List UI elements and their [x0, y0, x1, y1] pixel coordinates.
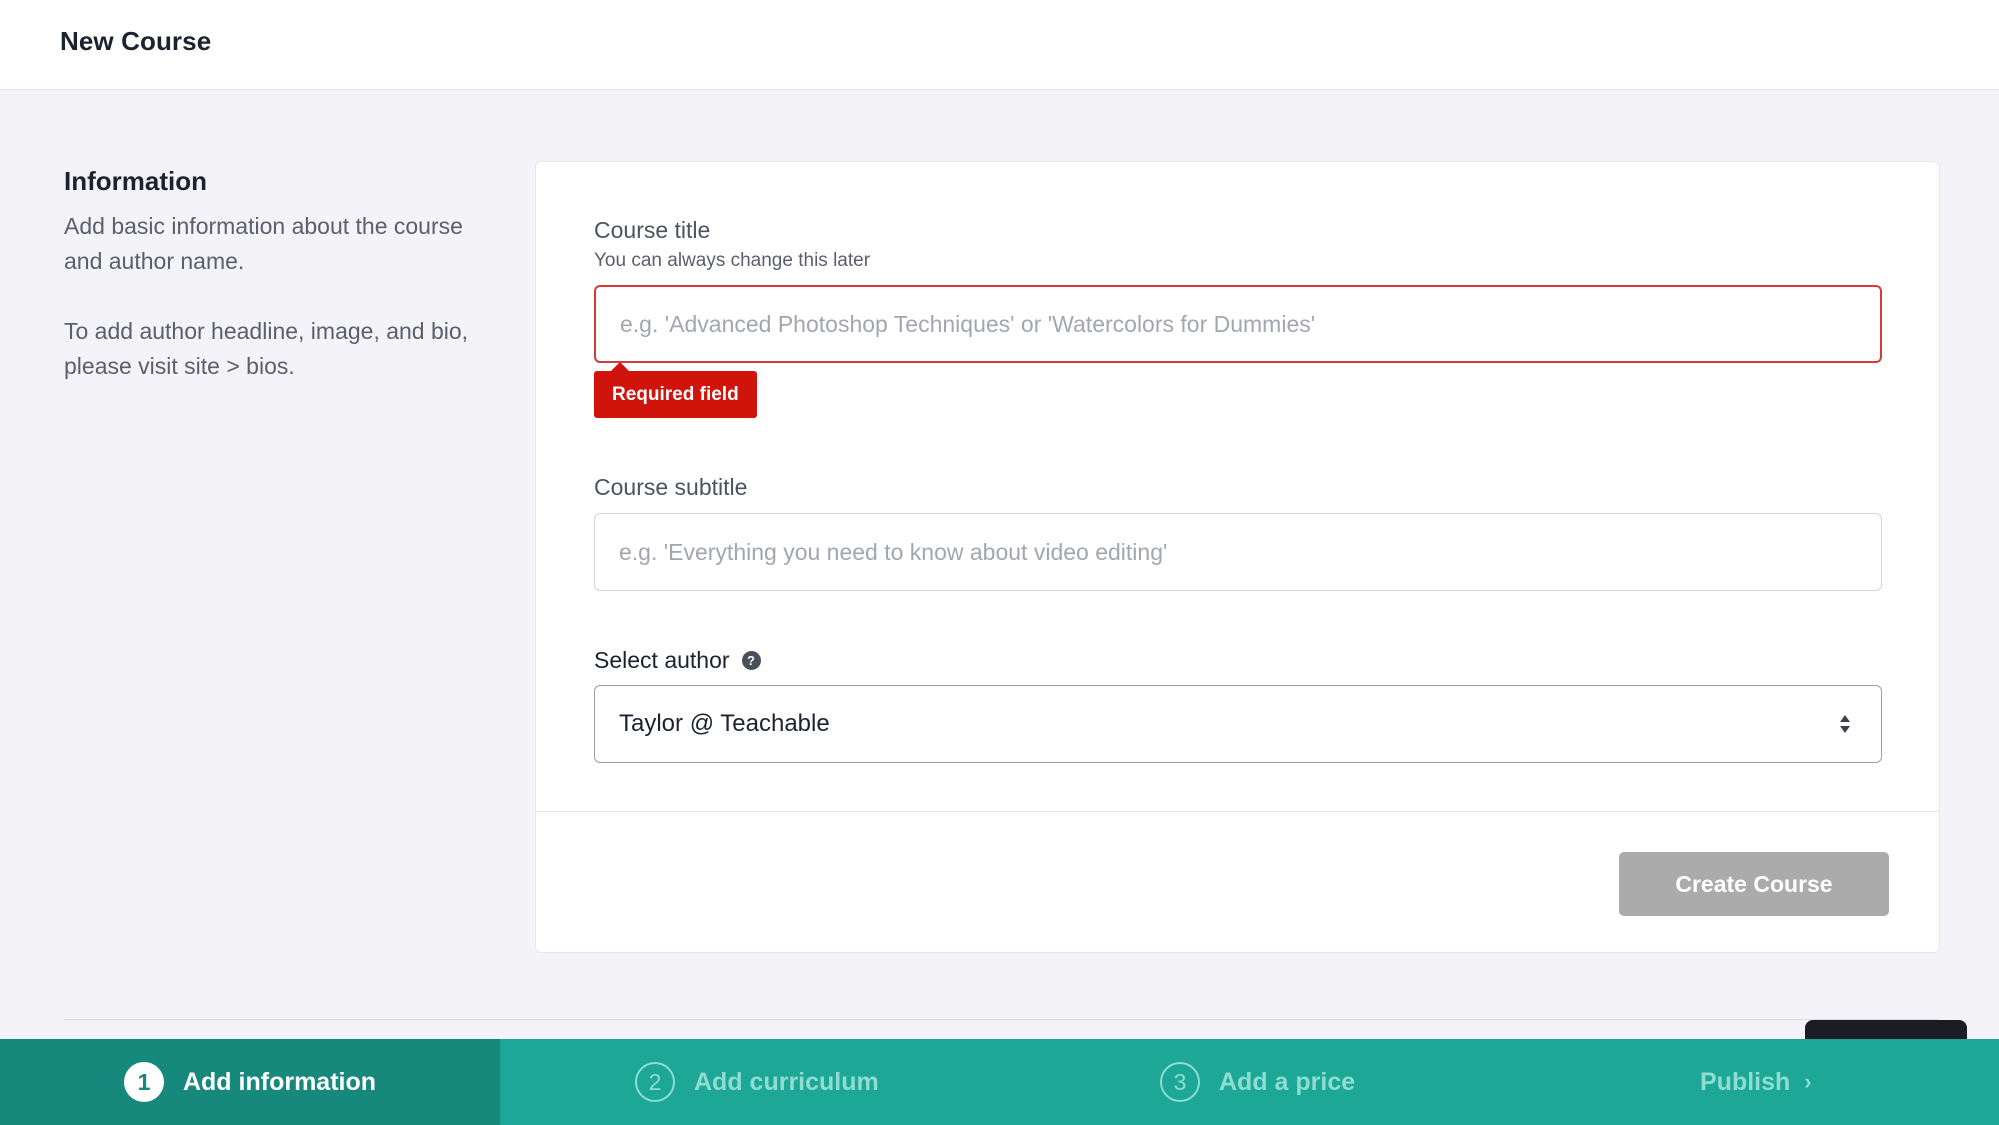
author-select-value: Taylor @ Teachable	[619, 710, 830, 737]
step-number: 1	[123, 1062, 164, 1102]
chevron-right-icon: ›	[1804, 1069, 1812, 1094]
page-title: New Course	[60, 26, 212, 56]
author-select[interactable]: Taylor @ Teachable	[594, 685, 1882, 763]
question-circle-icon[interactable]: ?	[741, 651, 761, 670]
course-title-hint: You can always change this later	[594, 250, 871, 271]
step-label: Publish	[1700, 1067, 1791, 1096]
course-title-input[interactable]	[594, 285, 1882, 363]
course-title-label: Course title	[594, 217, 711, 243]
top-header: New Course	[0, 0, 1999, 90]
step-number: 2	[635, 1062, 675, 1102]
step-progress-bar: 1 Add information 2 Add curriculum 3 Add…	[0, 1039, 1999, 1125]
step-add-curriculum[interactable]: 2 Add curriculum	[635, 1039, 879, 1125]
course-subtitle-label: Course subtitle	[594, 474, 748, 500]
step-add-price[interactable]: 3 Add a price	[1160, 1039, 1355, 1125]
course-subtitle-input[interactable]	[594, 513, 1882, 591]
course-form-card: Course title You can always change this …	[535, 161, 1940, 953]
info-section: Information Add basic information about …	[64, 166, 504, 384]
form-body: Course title You can always change this …	[536, 162, 1939, 812]
select-arrows-icon	[1839, 714, 1851, 734]
required-field-error: Required field	[594, 362, 757, 418]
step-publish[interactable]: Publish ›	[1700, 1039, 1812, 1125]
select-author-label: Select author ?	[594, 647, 761, 674]
create-course-button[interactable]: Create Course	[1619, 852, 1889, 916]
divider	[64, 1019, 1939, 1020]
step-number: 3	[1160, 1062, 1200, 1102]
select-author-text: Select author	[594, 647, 730, 673]
step-label: Add a price	[1219, 1067, 1356, 1096]
info-description: Add basic information about the course a…	[64, 213, 463, 274]
info-bio-note: To add author headline, image, and bio, …	[64, 318, 469, 379]
step-label: Add curriculum	[694, 1067, 879, 1096]
info-heading: Information	[64, 166, 207, 196]
step-label: Add information	[182, 1067, 377, 1096]
step-add-information[interactable]: 1 Add information	[0, 1039, 500, 1125]
